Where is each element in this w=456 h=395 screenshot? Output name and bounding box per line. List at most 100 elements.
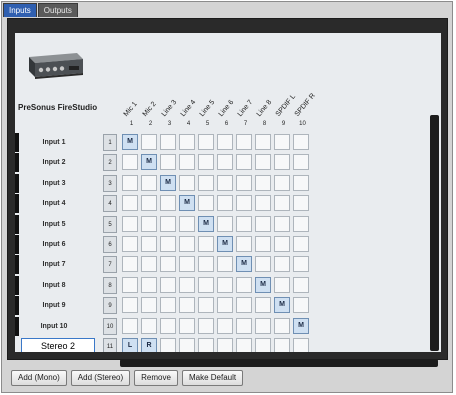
matrix-cell[interactable] xyxy=(293,338,309,352)
matrix-cell[interactable] xyxy=(274,195,290,212)
matrix-cell[interactable] xyxy=(293,297,309,314)
matrix-cell[interactable] xyxy=(179,297,195,314)
matrix-cell[interactable] xyxy=(160,276,176,293)
matrix-cell[interactable] xyxy=(122,297,138,314)
matrix-cell[interactable] xyxy=(198,154,214,171)
matrix-cell[interactable] xyxy=(122,317,138,334)
matrix-cell[interactable] xyxy=(236,215,252,232)
matrix-cell[interactable] xyxy=(179,317,195,334)
matrix-cell[interactable] xyxy=(274,174,290,191)
matrix-cell[interactable] xyxy=(141,236,157,252)
matrix-cell[interactable]: M xyxy=(160,174,176,191)
matrix-cell[interactable] xyxy=(179,276,195,293)
matrix-cell[interactable] xyxy=(255,195,271,212)
matrix-cell[interactable]: M xyxy=(217,236,233,252)
matrix-cell[interactable] xyxy=(160,236,176,252)
matrix-cell[interactable] xyxy=(198,256,214,273)
matrix-cell[interactable] xyxy=(179,215,195,232)
matrix-cell[interactable]: M xyxy=(179,195,195,212)
matrix-cell[interactable] xyxy=(236,154,252,171)
matrix-cell[interactable] xyxy=(122,154,138,171)
matrix-cell[interactable] xyxy=(179,174,195,191)
matrix-cell[interactable] xyxy=(122,236,138,252)
tab-inputs[interactable]: Inputs xyxy=(3,3,37,17)
input-channel-name[interactable]: Input 2 xyxy=(21,153,87,172)
matrix-cell[interactable] xyxy=(217,276,233,293)
matrix-cell[interactable] xyxy=(160,338,176,352)
matrix-cell[interactable] xyxy=(160,317,176,334)
matrix-cell[interactable] xyxy=(236,297,252,314)
matrix-cell[interactable] xyxy=(293,236,309,252)
matrix-cell[interactable] xyxy=(236,134,252,150)
matrix-cell[interactable] xyxy=(141,317,157,334)
matrix-cell[interactable] xyxy=(179,236,195,252)
input-channel-name[interactable]: Input 3 xyxy=(21,174,87,193)
make-default-button[interactable]: Make Default xyxy=(181,370,244,386)
matrix-cell[interactable] xyxy=(217,297,233,314)
tab-outputs[interactable]: Outputs xyxy=(37,3,78,17)
channel-name-input[interactable]: Stereo 2 xyxy=(21,338,95,352)
matrix-cell[interactable]: M xyxy=(255,276,271,293)
input-channel-name[interactable]: Input 9 xyxy=(21,296,87,315)
matrix-cell[interactable] xyxy=(122,276,138,293)
matrix-cell[interactable] xyxy=(274,317,290,334)
matrix-cell[interactable] xyxy=(217,338,233,352)
matrix-cell[interactable] xyxy=(255,256,271,273)
matrix-cell[interactable] xyxy=(255,154,271,171)
matrix-cell[interactable] xyxy=(160,134,176,150)
add-mono-button[interactable]: Add (Mono) xyxy=(11,370,67,386)
input-channel-name[interactable]: Input 1 xyxy=(21,133,87,152)
matrix-cell[interactable] xyxy=(236,174,252,191)
matrix-cell[interactable] xyxy=(293,195,309,212)
input-channel-name[interactable]: Input 5 xyxy=(21,215,87,234)
matrix-cell[interactable] xyxy=(160,297,176,314)
matrix-cell[interactable] xyxy=(198,276,214,293)
matrix-cell[interactable] xyxy=(141,297,157,314)
input-channel-name[interactable]: Input 7 xyxy=(21,255,87,274)
matrix-cell[interactable] xyxy=(255,215,271,232)
matrix-cell[interactable] xyxy=(122,256,138,273)
matrix-cell[interactable] xyxy=(217,154,233,171)
matrix-cell[interactable] xyxy=(179,256,195,273)
matrix-cell[interactable] xyxy=(293,276,309,293)
matrix-cell[interactable] xyxy=(198,134,214,150)
matrix-cell[interactable]: M xyxy=(198,215,214,232)
matrix-cell[interactable] xyxy=(293,154,309,171)
matrix-cell[interactable] xyxy=(141,256,157,273)
matrix-cell[interactable] xyxy=(274,154,290,171)
matrix-cell[interactable] xyxy=(179,154,195,171)
matrix-cell[interactable] xyxy=(293,215,309,232)
matrix-cell[interactable] xyxy=(217,317,233,334)
input-channel-name[interactable]: Input 8 xyxy=(21,276,87,295)
vertical-scrollbar[interactable] xyxy=(430,115,439,351)
matrix-cell[interactable] xyxy=(236,317,252,334)
matrix-cell[interactable]: M xyxy=(293,317,309,334)
matrix-cell[interactable] xyxy=(198,297,214,314)
matrix-cell[interactable] xyxy=(179,134,195,150)
matrix-cell[interactable] xyxy=(255,134,271,150)
matrix-cell[interactable] xyxy=(255,174,271,191)
matrix-cell[interactable] xyxy=(255,297,271,314)
matrix-cell[interactable] xyxy=(274,134,290,150)
matrix-cell[interactable] xyxy=(141,174,157,191)
matrix-cell[interactable] xyxy=(293,134,309,150)
matrix-cell[interactable] xyxy=(217,256,233,273)
matrix-cell[interactable] xyxy=(122,195,138,212)
matrix-cell[interactable] xyxy=(274,215,290,232)
matrix-cell[interactable]: L xyxy=(122,338,138,352)
matrix-cell[interactable] xyxy=(160,195,176,212)
matrix-cell[interactable]: M xyxy=(122,134,138,150)
matrix-cell[interactable] xyxy=(141,215,157,232)
matrix-cell[interactable] xyxy=(141,134,157,150)
matrix-cell[interactable]: M xyxy=(274,297,290,314)
matrix-cell[interactable] xyxy=(141,195,157,212)
matrix-cell[interactable] xyxy=(217,134,233,150)
matrix-cell[interactable] xyxy=(217,215,233,232)
input-channel-name[interactable]: Input 10 xyxy=(21,317,87,336)
matrix-cell[interactable] xyxy=(236,195,252,212)
matrix-cell[interactable] xyxy=(236,276,252,293)
matrix-cell[interactable]: M xyxy=(236,256,252,273)
matrix-cell[interactable] xyxy=(293,174,309,191)
matrix-cell[interactable] xyxy=(236,338,252,352)
matrix-cell[interactable] xyxy=(274,256,290,273)
